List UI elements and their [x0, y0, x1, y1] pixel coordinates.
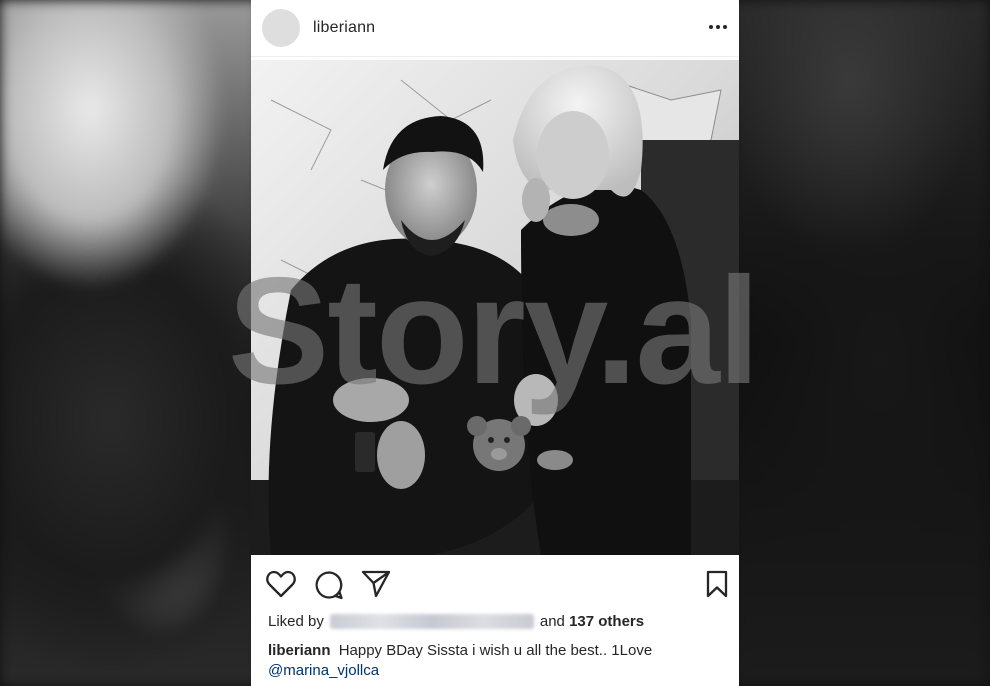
post-photo[interactable] [251, 60, 739, 555]
paper-plane-icon[interactable] [361, 570, 391, 603]
background-left [0, 0, 260, 686]
likes-line: Liked by and 137 others [268, 613, 644, 630]
heart-icon[interactable] [266, 570, 296, 603]
caption: liberiann Happy BDay Sissta i wish u all… [268, 641, 728, 681]
caption-text: Happy BDay Sissta i wish u all the best.… [338, 642, 653, 659]
likes-prefix: Liked by [268, 613, 324, 630]
instagram-post: liberiann Liked by and 137 others liberi… [251, 0, 739, 686]
post-actions [251, 565, 739, 605]
bookmark-icon[interactable] [706, 570, 728, 603]
comment-icon[interactable] [314, 570, 344, 605]
more-horizontal-icon[interactable] [709, 19, 727, 35]
caption-username[interactable]: liberiann [268, 642, 331, 659]
likes-connector: and [539, 613, 565, 630]
avatar[interactable] [262, 9, 300, 47]
blurred-username [329, 614, 534, 629]
post-username[interactable]: liberiann [313, 19, 375, 37]
background-right [730, 0, 990, 686]
post-header: liberiann [251, 0, 739, 57]
likes-count[interactable]: 137 others [569, 613, 644, 630]
caption-mention[interactable]: @marina_vjollca [268, 661, 728, 681]
photo-image [251, 60, 739, 555]
